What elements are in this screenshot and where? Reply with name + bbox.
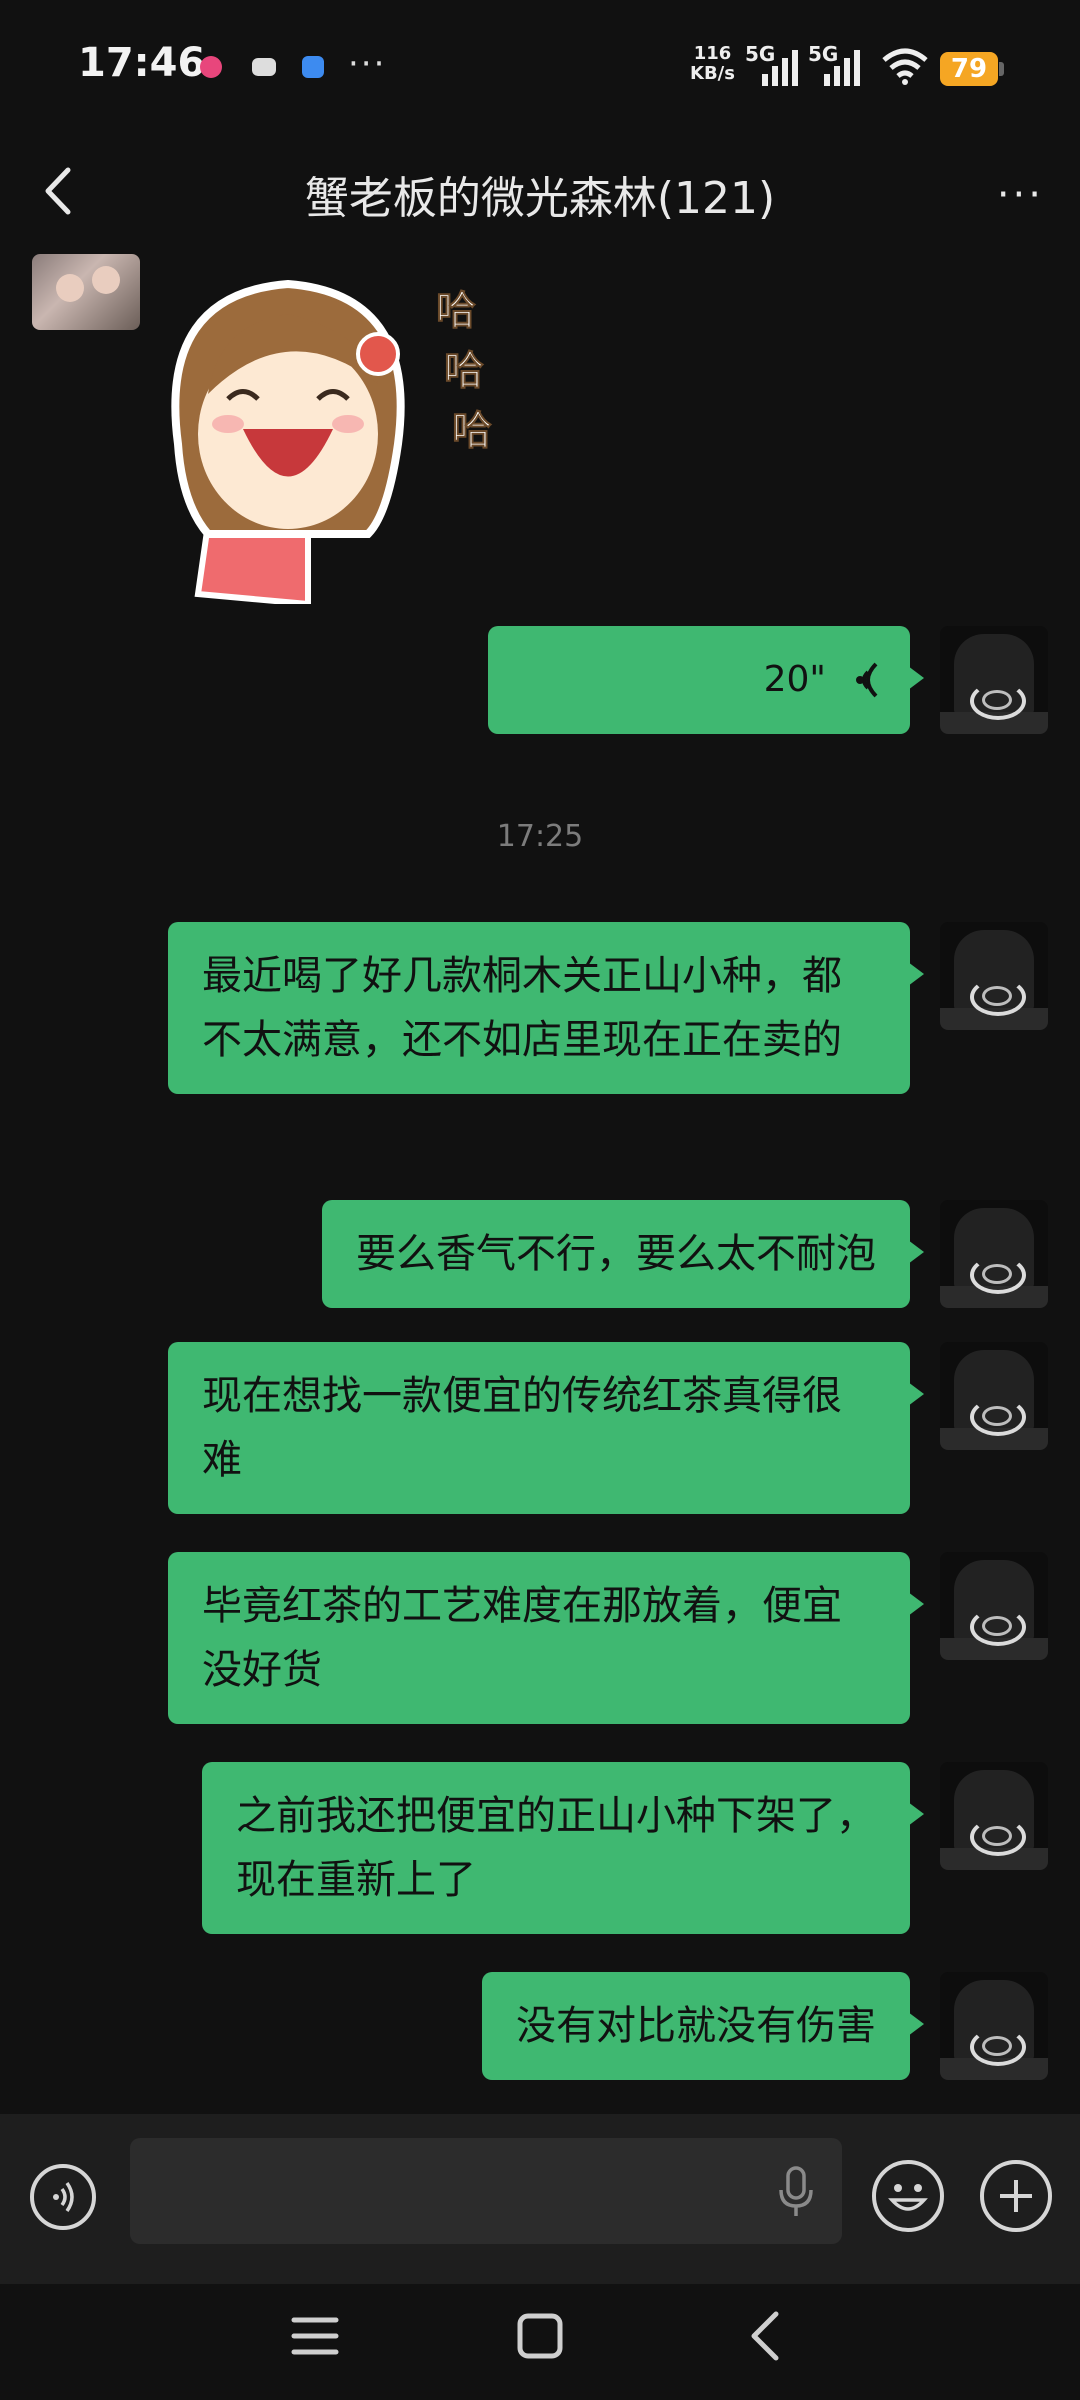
chat-header: 蟹老板的微光森林(121) ··· <box>0 130 1080 254</box>
avatar-face <box>56 274 84 302</box>
menu-nav-icon[interactable] <box>290 2314 340 2358</box>
home-nav-icon[interactable] <box>516 2312 564 2360</box>
store-icon <box>302 56 324 78</box>
message-bubble[interactable]: 毕竟红茶的工艺难度在那放着，便宜没好货 <box>168 1552 924 1724</box>
message-bubble[interactable]: 要么香气不行，要么太不耐泡 <box>322 1200 924 1308</box>
signal-1-icon <box>762 50 798 86</box>
microphone-icon[interactable] <box>778 2166 814 2218</box>
add-button[interactable] <box>980 2160 1052 2232</box>
emoji-button[interactable] <box>872 2160 944 2232</box>
more-notifications-icon: ··· <box>348 44 387 84</box>
avatar-hands-inner <box>982 1264 1012 1284</box>
back-nav-icon[interactable] <box>746 2310 786 2362</box>
my-avatar[interactable] <box>940 1200 1048 1308</box>
system-nav-bar <box>0 2284 1080 2400</box>
sticker-ha-3: 哈 <box>452 408 492 454</box>
avatar-hands-inner <box>982 986 1012 1006</box>
plus-icon <box>1000 2180 1032 2212</box>
pinduoduo-icon <box>200 56 222 78</box>
avatar-hands-inner <box>982 1616 1012 1636</box>
message-bubble[interactable]: 现在想找一款便宜的传统红茶真得很难 <box>168 1342 924 1514</box>
my-avatar[interactable] <box>940 626 1048 734</box>
voice-wave-icon <box>856 662 878 698</box>
my-avatar[interactable] <box>940 1342 1048 1450</box>
my-avatar[interactable] <box>940 922 1048 1030</box>
wifi-icon <box>882 48 928 85</box>
sticker-ha-1: 哈 <box>436 288 476 334</box>
voice-duration: 20" <box>763 659 826 700</box>
sticker-ha-2: 哈 <box>444 348 484 394</box>
my-avatar[interactable] <box>940 1552 1048 1660</box>
message-list[interactable]: 哈 哈 哈 20" 17:25 最近喝了好几款桐木关正山小种，都不太满意，还不如… <box>0 254 1080 2110</box>
message-timestamp: 17:25 <box>496 819 584 854</box>
chat-title: 蟹老板的微光森林(121) <box>304 173 776 224</box>
message-bubble[interactable]: 之前我还把便宜的正山小种下架了，现在重新上了 <box>202 1762 924 1934</box>
voice-message-bubble[interactable]: 20" <box>488 626 924 734</box>
my-avatar[interactable] <box>940 1972 1048 2080</box>
message-bubble[interactable]: 最近喝了好几款桐木关正山小种，都不太满意，还不如店里现在正在卖的 <box>168 922 924 1094</box>
net-speed-value: 116 <box>693 43 732 64</box>
input-bar <box>0 2114 1080 2284</box>
avatar-hands-inner <box>982 690 1012 710</box>
avatar-hands-inner <box>982 2036 1012 2056</box>
laughing-girl-sticker[interactable]: 哈 哈 哈 <box>168 274 508 604</box>
avatar-hands-inner <box>982 1406 1012 1426</box>
message-input[interactable] <box>130 2138 842 2244</box>
net-speed-unit: KB/s <box>690 63 735 84</box>
gallery-icon <box>252 58 276 76</box>
message-bubble[interactable]: 没有对比就没有伤害 <box>482 1972 924 2080</box>
avatar-face <box>92 266 120 294</box>
battery-tip <box>999 62 1004 76</box>
more-menu-icon[interactable]: ··· <box>997 175 1044 215</box>
voice-wave-icon <box>53 2181 74 2213</box>
battery-level: 79 <box>940 52 998 86</box>
voice-input-button[interactable] <box>30 2164 96 2230</box>
avatar-hands-inner <box>982 1826 1012 1846</box>
signal-2-icon <box>824 50 860 86</box>
my-avatar[interactable] <box>940 1762 1048 1870</box>
smiley-icon <box>888 2184 928 2211</box>
status-time: 17:46 <box>78 40 206 86</box>
status-bar: 17:46 ··· 116 KB/s 5G 5G 79 <box>0 0 1080 120</box>
network-speed: 116 KB/s <box>690 44 735 84</box>
sender-avatar[interactable] <box>32 254 140 330</box>
